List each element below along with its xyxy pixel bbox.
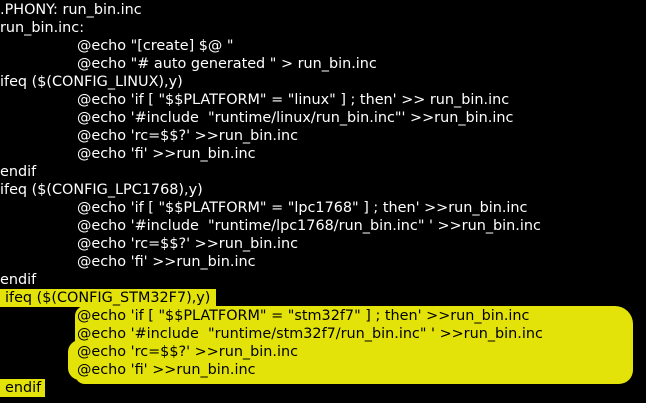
code-line: endif (0, 272, 37, 288)
terminal-window: .PHONY: run_bin.inc run_bin.inc: @echo "… (0, 0, 646, 403)
code-line-highlighted: ifeq ($(CONFIG_STM32F7),y) (0, 289, 217, 307)
code-line: @echo 'rc=$$?' >>run_bin.inc (77, 128, 298, 144)
code-line: @echo 'if [ "$$PLATFORM" = "linux" ] ; t… (77, 92, 510, 108)
code-line-highlighted: endif (0, 379, 46, 397)
code-line: @echo 'rc=$$?' >>run_bin.inc (77, 236, 298, 252)
code-line: @echo 'fi' >>run_bin.inc (77, 146, 256, 162)
code-line-highlighted: @echo '#include "runtime/stm32f7/run_bin… (77, 326, 543, 342)
code-line: endif (0, 164, 37, 180)
code-line: @echo 'fi' >>run_bin.inc (77, 254, 256, 270)
code-line: .PHONY: run_bin.inc (0, 2, 142, 18)
code-line-highlighted: @echo 'rc=$$?' >>run_bin.inc (77, 344, 298, 360)
code-line: @echo '#include "runtime/lpc1768/run_bin… (77, 218, 541, 234)
code-line: run_bin.inc: (0, 20, 85, 36)
code-line-highlighted: @echo 'fi' >>run_bin.inc (77, 362, 256, 378)
code-line: @echo 'if [ "$$PLATFORM" = "lpc1768" ] ;… (77, 200, 528, 216)
code-line: @echo "[create] $@ " (77, 38, 234, 54)
code-line: ifeq ($(CONFIG_LINUX),y) (0, 74, 183, 90)
code-line: ifeq ($(CONFIG_LPC1768),y) (0, 182, 203, 198)
code-line: @echo "# auto generated " > run_bin.inc (77, 56, 377, 72)
code-line: @echo '#include "runtime/linux/run_bin.i… (77, 110, 514, 126)
code-line-highlighted: @echo 'if [ "$$PLATFORM" = "stm32f7" ] ;… (77, 308, 530, 324)
